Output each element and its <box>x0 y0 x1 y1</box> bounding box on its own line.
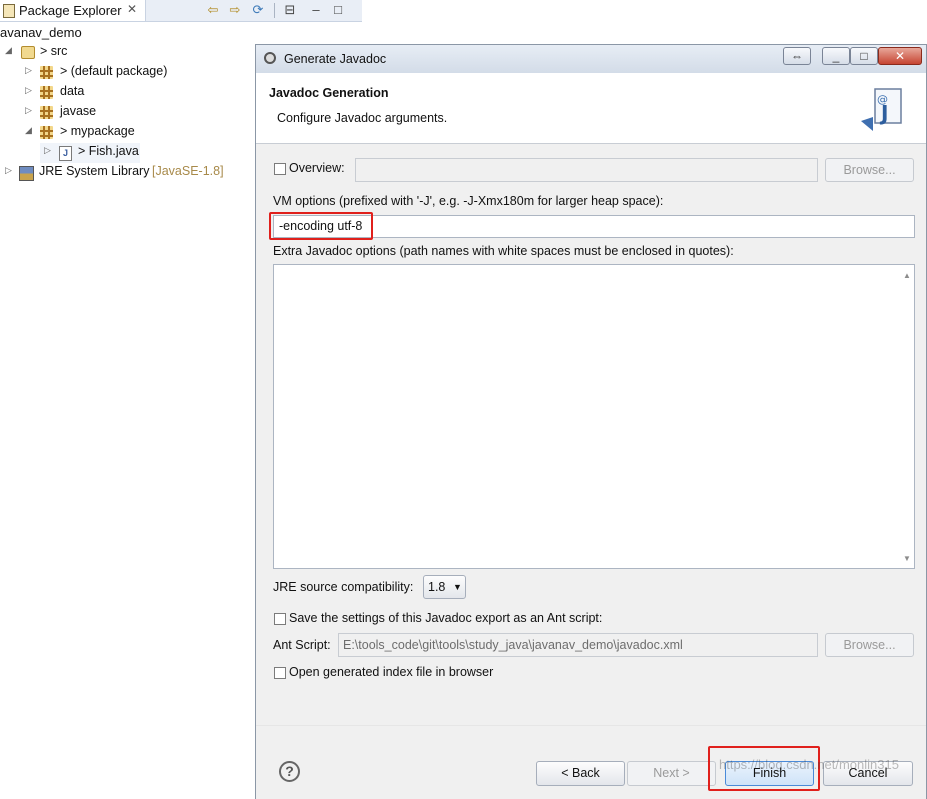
ant-script-label: Ant Script: <box>273 638 331 652</box>
package-explorer-tabbar: Package Explorer ✕ ⇦ ⇨ ⟳ ⊟ ‒ □ <box>0 0 362 22</box>
overview-field[interactable] <box>355 158 818 182</box>
tree-item-src[interactable]: ◢ > src <box>0 43 250 63</box>
ant-browse-button[interactable]: Browse... <box>825 633 914 657</box>
package-icon <box>40 126 53 139</box>
overview-checkbox[interactable] <box>274 163 286 175</box>
watermark: https://blog.csdn.net/monlin315 <box>719 757 899 772</box>
generate-javadoc-dialog: Generate Javadoc ⇔ _ □ ✕ Javadoc Generat… <box>255 44 927 799</box>
collapsed-arrow-icon[interactable]: ▷ <box>25 105 32 116</box>
tab-label: Package Explorer <box>19 3 122 18</box>
back-arrow-icon[interactable]: ⇦ <box>204 1 222 19</box>
collapsed-arrow-icon[interactable]: ▷ <box>25 85 32 96</box>
tree-label: > (default package) <box>60 64 168 78</box>
minimize-view-icon[interactable]: ‒ <box>307 1 325 19</box>
tree-label: > Fish.java <box>78 144 139 158</box>
tree-label: > mypackage <box>60 124 135 138</box>
expanded-arrow-icon[interactable]: ◢ <box>5 45 12 56</box>
collapse-all-icon[interactable]: ⊟ <box>281 1 299 19</box>
collapsed-arrow-icon[interactable]: ▷ <box>5 165 12 176</box>
ant-script-value: E:\tools_code\git\tools\study_java\javan… <box>343 638 683 652</box>
package-icon <box>40 106 53 119</box>
toolbar-divider <box>274 3 275 18</box>
tree-item-mypackage[interactable]: ◢ > mypackage <box>0 123 250 143</box>
forward-arrow-icon[interactable]: ⇨ <box>226 1 244 19</box>
open-index-label: Open generated index file in browser <box>289 665 494 679</box>
tree-label: javase <box>60 104 97 118</box>
close-tab-icon[interactable]: ✕ <box>127 2 137 16</box>
tree-label: data <box>60 84 85 98</box>
tree-item-fish-java[interactable]: ▷ J > Fish.java <box>40 143 140 163</box>
overview-label: Overview: <box>289 161 345 175</box>
eclipse-icon <box>264 52 276 64</box>
expanded-arrow-icon[interactable]: ◢ <box>25 125 32 136</box>
tab-package-explorer[interactable]: Package Explorer ✕ <box>0 0 146 21</box>
minimize-button[interactable]: _ <box>822 47 850 65</box>
wizard-content: Overview: Browse... VM options (prefixed… <box>256 144 926 725</box>
tree-label: JRE System Library <box>39 164 150 178</box>
tree-item-default-package[interactable]: ▷ > (default package) <box>0 63 250 83</box>
svg-text:J: J <box>879 101 888 125</box>
close-button[interactable]: ✕ <box>878 47 922 65</box>
next-button[interactable]: Next > <box>627 761 716 786</box>
wizard-heading: Javadoc Generation <box>269 86 389 100</box>
wizard-message: Configure Javadoc arguments. <box>277 111 448 125</box>
tree-item-data[interactable]: ▷ data <box>0 83 250 103</box>
collapsed-arrow-icon[interactable]: ▷ <box>25 65 32 76</box>
tree-item-javase[interactable]: ▷ javase <box>0 103 250 123</box>
extra-options-textarea[interactable] <box>273 264 915 569</box>
dialog-footer: ? < Back Next > Finish Cancel https://bl… <box>256 725 926 799</box>
package-explorer-icon <box>3 4 15 18</box>
highlight-box <box>269 212 373 240</box>
collapsed-arrow-icon[interactable]: ▷ <box>44 145 51 156</box>
source-folder-icon <box>21 46 35 59</box>
tree-item-jre-library[interactable]: ▷ JRE System Library [JavaSE-1.8] <box>0 163 250 183</box>
package-icon <box>40 66 53 79</box>
jre-version-label: [JavaSE-1.8] <box>152 164 224 178</box>
package-icon <box>40 86 53 99</box>
link-with-editor-icon[interactable]: ⟳ <box>249 1 267 19</box>
overview-browse-button[interactable]: Browse... <box>825 158 914 182</box>
java-file-icon: J <box>59 146 72 161</box>
save-ant-checkbox[interactable] <box>274 613 286 625</box>
jre-compat-select[interactable]: 1.8 ▼ <box>423 575 466 599</box>
jre-compat-value: 1.8 <box>428 580 446 594</box>
scroll-down-icon[interactable]: ▼ <box>903 554 911 563</box>
dialog-title-bar[interactable]: Generate Javadoc ⇔ _ □ ✕ <box>256 45 926 73</box>
maximize-view-icon[interactable]: □ <box>329 1 347 19</box>
back-button[interactable]: < Back <box>536 761 625 786</box>
project-name[interactable]: avanav_demo <box>0 25 82 40</box>
chevron-down-icon: ▼ <box>453 582 462 592</box>
open-index-checkbox[interactable] <box>274 667 286 679</box>
save-ant-label: Save the settings of this Javadoc export… <box>289 611 603 625</box>
maximize-button[interactable]: □ <box>850 47 878 65</box>
wizard-banner: Javadoc Generation Configure Javadoc arg… <box>256 73 926 144</box>
library-icon <box>19 166 34 181</box>
scroll-up-icon[interactable]: ▲ <box>903 271 911 280</box>
ant-script-field[interactable]: E:\tools_code\git\tools\study_java\javan… <box>338 633 818 657</box>
vm-options-label: VM options (prefixed with '-J', e.g. -J-… <box>273 194 664 208</box>
resize-icon[interactable]: ⇔ <box>783 47 811 65</box>
tree-label: > src <box>40 44 68 58</box>
extra-options-label: Extra Javadoc options (path names with w… <box>273 244 734 258</box>
help-icon[interactable]: ? <box>279 761 300 782</box>
javadoc-wizard-icon: @ J <box>861 88 902 131</box>
jre-compat-label: JRE source compatibility: <box>273 580 414 594</box>
dialog-title: Generate Javadoc <box>284 52 387 66</box>
